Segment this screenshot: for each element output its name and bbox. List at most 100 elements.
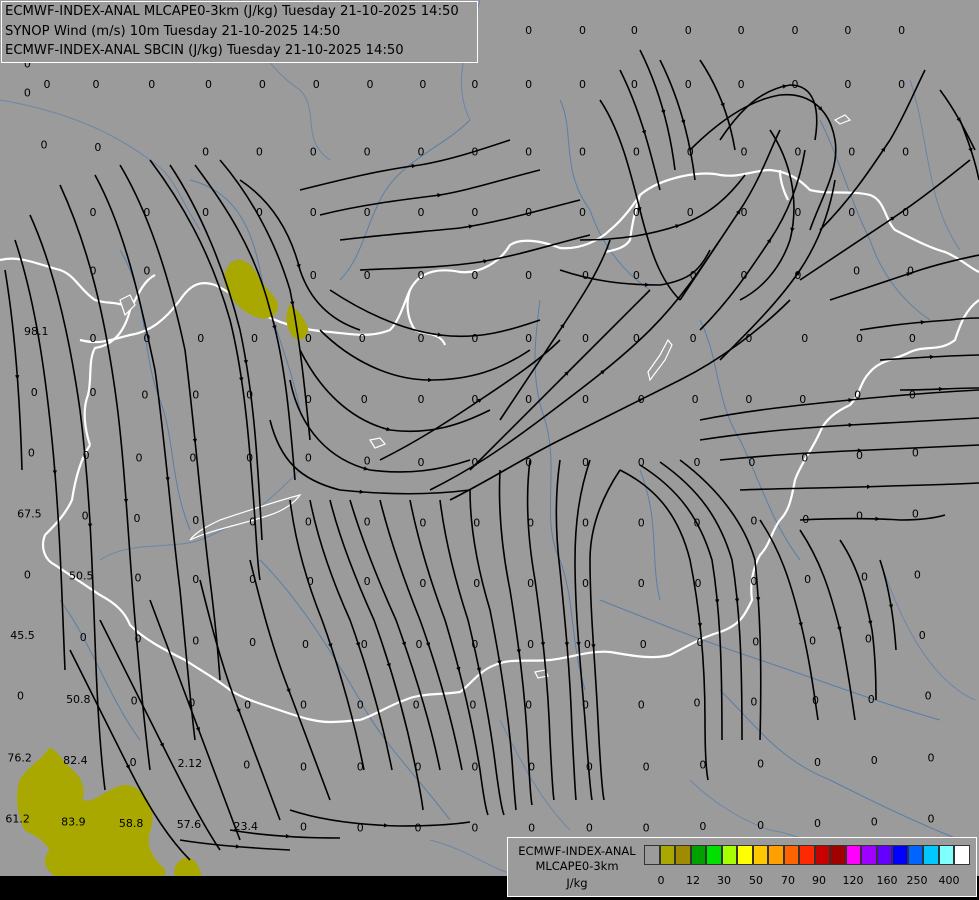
sbcin-value-label: 0: [525, 146, 532, 159]
sbcin-value-label: 0: [909, 389, 916, 402]
sbcin-value-label: 0: [43, 78, 50, 91]
legend-swatch: [845, 845, 861, 865]
sbcin-value-label: 0: [738, 24, 745, 37]
legend-tick-label: 0: [657, 874, 665, 887]
sbcin-value-label: 0: [197, 332, 204, 345]
sbcin-value-label: 0: [528, 822, 535, 835]
sbcin-value-label: 0: [249, 516, 256, 529]
legend-swatch: [690, 845, 706, 865]
sbcin-value-label: 0: [919, 629, 926, 642]
sbcin-value-label: 0: [417, 206, 424, 219]
sbcin-value-label: 0: [471, 393, 478, 406]
sbcin-value-label: 0: [690, 332, 697, 345]
sbcin-value-label: 0: [525, 78, 532, 91]
sbcin-value-label: 0: [801, 332, 808, 345]
sbcin-value-label: 0: [868, 693, 875, 706]
sbcin-value-label: 0: [898, 24, 905, 37]
color-legend: ECMWF-INDEX-ANAL MLCAPE0-3km J/kg 0 12 30 5…: [507, 837, 977, 897]
sbcin-value-label: 0: [741, 269, 748, 282]
sbcin-value-label: 0: [856, 332, 863, 345]
sbcin-value-label: 0: [130, 756, 137, 769]
sbcin-value-label: 0: [310, 206, 317, 219]
sbcin-value-label: 0: [687, 206, 694, 219]
sbcin-value-label: 0: [419, 78, 426, 91]
title-wind: SYNOP Wind (m/s) 10m Tuesday 21-10-2025 …: [5, 23, 341, 39]
legend-swatch: [830, 845, 846, 865]
sbcin-value-label: 0: [192, 634, 199, 647]
sbcin-value-label: 0: [189, 452, 196, 465]
legend-swatch: [814, 845, 830, 865]
sbcin-value-label: 0: [525, 269, 532, 282]
sbcin-value-label: 0: [24, 569, 31, 582]
sbcin-value-label: 0: [141, 389, 148, 402]
sbcin-value-label: 0: [685, 78, 692, 91]
sbcin-value-label: 0: [582, 269, 589, 282]
sbcin-value-label: 0: [902, 146, 909, 159]
sbcin-value-label: 0: [361, 393, 368, 406]
legend-swatch: [799, 845, 815, 865]
sbcin-value-label: 50.5: [69, 570, 94, 583]
sbcin-value-label: 0: [80, 631, 87, 644]
sbcin-value-label: 0: [471, 638, 478, 651]
sbcin-value-label: 0: [359, 332, 366, 345]
sbcin-value-label: 0: [246, 389, 253, 402]
legend-swatch: [737, 845, 753, 865]
sbcin-value-label: 0: [244, 698, 251, 711]
sbcin-value-label: 0: [188, 697, 195, 710]
legend-title-line1: ECMWF-INDEX-ANAL: [518, 844, 636, 858]
sbcin-value-label: 0: [579, 146, 586, 159]
sbcin-value-label: 50.8: [66, 693, 91, 706]
sbcin-value-label: 0: [902, 206, 909, 219]
sbcin-value-label: 0: [738, 78, 745, 91]
sbcin-value-label: 0: [582, 332, 589, 345]
sbcin-value-label: 0: [757, 819, 764, 832]
title-mlcape: ECMWF-INDEX-ANAL MLCAPE0-3km (J/kg) Tues…: [5, 4, 459, 19]
sbcin-value-label: 76.2: [7, 751, 32, 764]
sbcin-value-label: 0: [419, 577, 426, 590]
legend-swatch: [861, 845, 877, 865]
sbcin-value-label: 0: [804, 573, 811, 586]
sbcin-value-label: 0: [809, 634, 816, 647]
sbcin-value-label: 0: [302, 638, 309, 651]
sbcin-value-label: 0: [757, 758, 764, 771]
sbcin-value-label: 0: [694, 517, 701, 530]
sbcin-value-label: 0: [690, 269, 697, 282]
sbcin-value-label: 0: [853, 265, 860, 278]
sbcin-value-label: 0: [205, 78, 212, 91]
sbcin-value-label: 83.9: [61, 815, 86, 828]
sbcin-value-label: 0: [745, 393, 752, 406]
legend-tick-label: 120: [842, 874, 864, 887]
legend-swatch: [954, 845, 970, 865]
sbcin-value-label: 0: [419, 517, 426, 530]
sbcin-value-label: 0: [907, 265, 914, 278]
sbcin-value-label: 0: [24, 86, 31, 99]
sbcin-value-label: 0: [741, 206, 748, 219]
sbcin-value-label: 82.4: [63, 754, 88, 767]
sbcin-value-label: 0: [83, 449, 90, 462]
legend-tick-label: 70: [781, 874, 795, 887]
sbcin-value-label: 0: [417, 332, 424, 345]
sbcin-value-label: 0: [471, 146, 478, 159]
sbcin-value-label: 0: [685, 24, 692, 37]
sbcin-value-label: 0: [305, 516, 312, 529]
legend-swatch: [876, 845, 892, 865]
sbcin-value-label: 0: [750, 515, 757, 528]
sbcin-value-label: 0: [928, 813, 935, 826]
sbcin-value-label: 0: [633, 146, 640, 159]
sbcin-value-label: 0: [364, 206, 371, 219]
sbcin-value-label: 0: [695, 577, 702, 590]
sbcin-value-label: 0: [579, 206, 586, 219]
sbcin-value-label: 0: [28, 446, 35, 459]
sbcin-value-label: 0: [251, 332, 258, 345]
sbcin-value-label: 0: [41, 139, 48, 152]
legend-swatch: [721, 845, 737, 865]
sbcin-value-label: 0: [525, 206, 532, 219]
sbcin-value-label: 0: [92, 78, 99, 91]
sbcin-value-label: 0: [305, 452, 312, 465]
sbcin-value-label: 0: [525, 332, 532, 345]
legend-swatch: [923, 845, 939, 865]
sbcin-value-label: 0: [246, 452, 253, 465]
sbcin-value-label: 0: [631, 78, 638, 91]
sbcin-value-label: 0: [143, 206, 150, 219]
sbcin-value-label: 0: [748, 456, 755, 469]
